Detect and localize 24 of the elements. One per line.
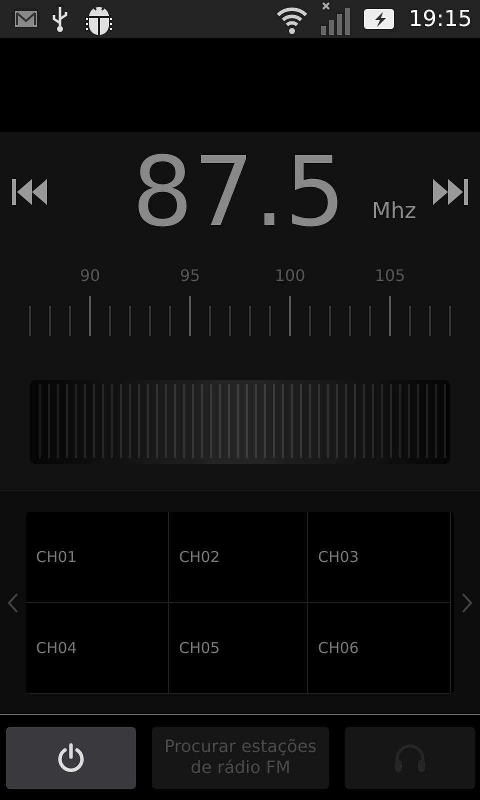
- power-icon: [56, 742, 85, 772]
- preset-channel[interactable]: CH03: [308, 512, 451, 602]
- preset-channel[interactable]: CH01: [26, 512, 169, 602]
- frequency-unit: Mhz: [372, 199, 416, 224]
- scale-label: 105: [374, 266, 406, 285]
- scale-label: 100: [274, 266, 306, 285]
- tuning-wheel[interactable]: [30, 380, 450, 464]
- clock-time: 19:15: [408, 6, 472, 32]
- preset-channel[interactable]: CH02: [169, 512, 308, 602]
- preset-channel[interactable]: CH05: [169, 602, 308, 694]
- chevron-left-icon[interactable]: [8, 592, 18, 612]
- next-button[interactable]: [432, 177, 468, 207]
- signal-icon: [320, 2, 351, 36]
- battery-charging-icon: [362, 7, 397, 31]
- preset-channel[interactable]: CH04: [26, 602, 169, 694]
- usb-icon: [50, 5, 70, 33]
- scale-label: 90: [80, 266, 100, 285]
- previous-button[interactable]: [12, 177, 48, 207]
- chevron-right-icon[interactable]: [462, 592, 472, 612]
- scale-label: 95: [180, 266, 200, 285]
- frequency-display: 87.5: [132, 144, 346, 240]
- mail-icon: [14, 10, 38, 28]
- preset-channel[interactable]: CH06: [308, 602, 451, 694]
- power-button[interactable]: [6, 726, 136, 788]
